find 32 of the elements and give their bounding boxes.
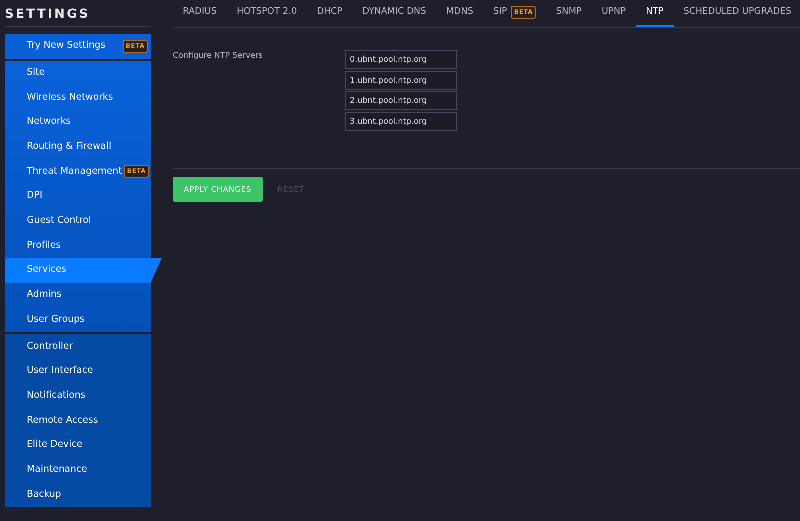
ntp-server-field[interactable]: 1.ubnt.pool.ntp.org: [345, 70, 457, 90]
sidebar-item[interactable]: Maintenance: [5, 458, 151, 482]
sidebar-item[interactable]: Elite Device: [5, 433, 151, 458]
sidebar-item[interactable]: User Interface: [5, 358, 151, 384]
sidebar-title: SETTINGS: [5, 0, 151, 27]
tab[interactable]: MDNS: [436, 0, 484, 27]
sidebar-item[interactable]: Remote Access: [5, 408, 151, 433]
tab[interactable]: RADIUS: [173, 0, 227, 27]
field-label: Configure NTP Servers: [173, 50, 264, 62]
sidebar-item[interactable]: Backup: [5, 482, 151, 508]
sidebar-item[interactable]: Wireless Networks: [5, 85, 151, 110]
tab[interactable]: DYNAMIC DNS: [352, 0, 436, 27]
sidebar-item[interactable]: Site: [5, 60, 151, 86]
tab[interactable]: SNMP: [546, 0, 592, 27]
sidebar-item[interactable]: Profiles: [5, 234, 151, 258]
sidebar-item[interactable]: User Groups: [5, 308, 151, 332]
sidebar-item[interactable]: Controller: [5, 334, 151, 359]
ntp-server-field[interactable]: 0.ubnt.pool.ntp.org: [345, 50, 457, 69]
tab[interactable]: SCHEDULED UPGRADES: [674, 0, 800, 27]
sidebar-item[interactable]: DPI: [5, 184, 151, 209]
sidebar-item[interactable]: Services: [5, 258, 162, 283]
sidebar-item[interactable]: Admins: [5, 282, 151, 308]
sidebar-item[interactable]: Routing & Firewall: [5, 134, 151, 160]
ntp-server-field[interactable]: 3.ubnt.pool.ntp.org: [345, 112, 457, 130]
tab[interactable]: DHCP: [307, 0, 353, 27]
sidebar-item[interactable]: Guest Control: [5, 208, 151, 234]
tab[interactable]: HOTSPOT 2.0: [226, 0, 308, 27]
sidebar-item[interactable]: Notifications: [5, 384, 151, 408]
sidebar-item[interactable]: Networks: [5, 110, 151, 135]
tab[interactable]: UPNP: [592, 0, 636, 27]
tab[interactable]: NTP: [636, 0, 674, 27]
ntp-server-field[interactable]: 2.ubnt.pool.ntp.org: [345, 91, 457, 110]
